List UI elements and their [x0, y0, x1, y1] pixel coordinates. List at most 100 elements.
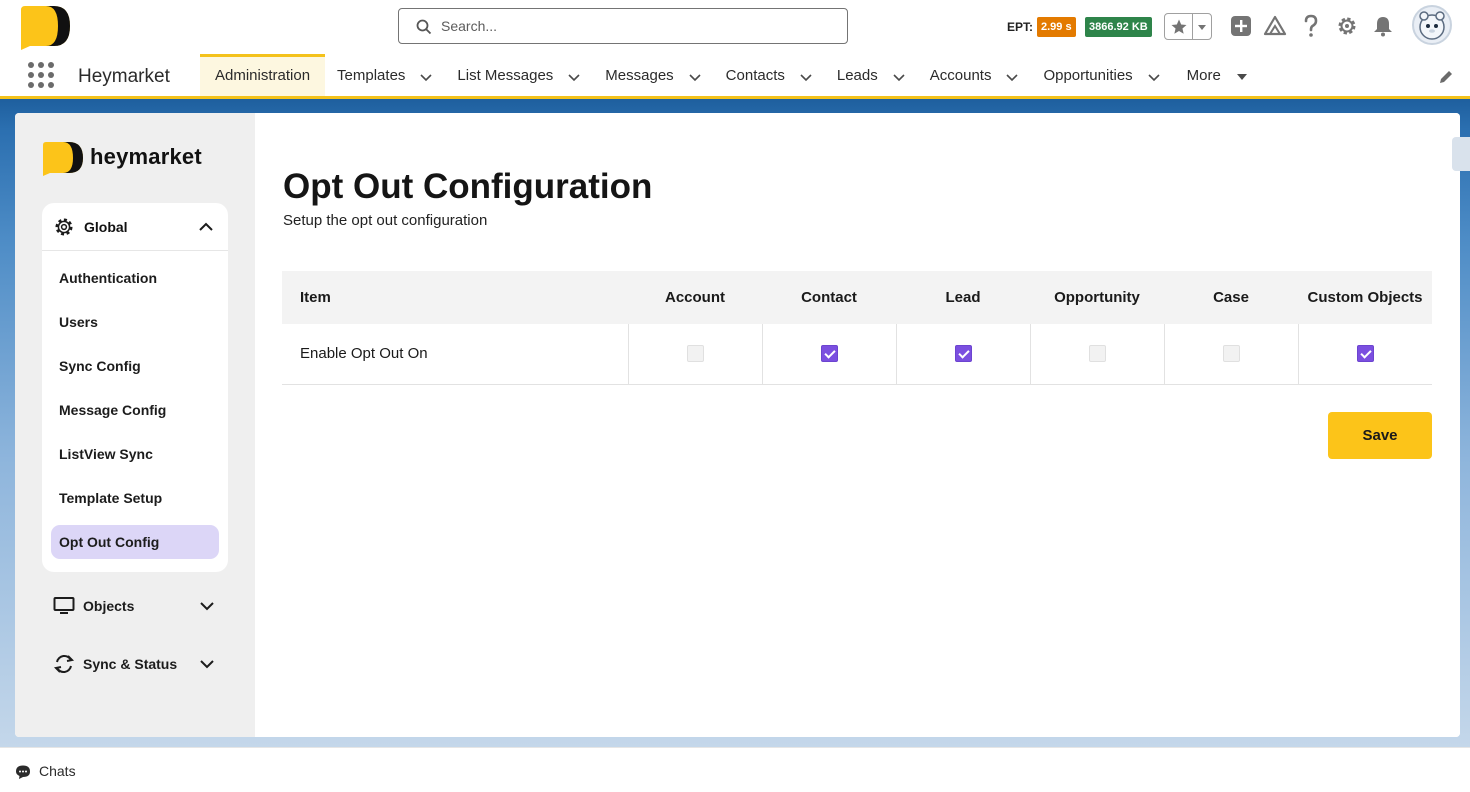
help-button[interactable]: [1299, 14, 1323, 38]
monitor-icon: [53, 597, 75, 614]
sidebar-item-sync-config[interactable]: Sync Config: [51, 349, 219, 383]
global-actions-button[interactable]: [1229, 14, 1253, 38]
column-header-custom-objects: Custom Objects: [1298, 271, 1432, 324]
table-cell: [761, 324, 896, 385]
nav-tab-label: Administration: [215, 66, 311, 84]
app-navigation-bar: Heymarket Administration Templates List Me…: [0, 54, 1470, 99]
page-title: Opt Out Configuration: [283, 167, 653, 206]
add-icon: [1231, 16, 1251, 36]
chevron-down-icon[interactable]: [1235, 70, 1249, 84]
nav-tab-more[interactable]: More: [1173, 54, 1263, 96]
chevron-down-icon[interactable]: [799, 70, 813, 84]
star-icon: [1171, 19, 1186, 34]
nav-tab-accounts[interactable]: Accounts: [918, 54, 1032, 96]
nav-tab-label: Contacts: [725, 66, 785, 84]
nav-tab-messages[interactable]: Messages: [593, 54, 713, 96]
sidebar-item-template-setup[interactable]: Template Setup: [51, 481, 219, 515]
chevron-down-icon[interactable]: [892, 70, 906, 84]
nav-tab-label: Accounts: [929, 66, 992, 84]
opt-out-checkbox-lead[interactable]: [954, 345, 972, 363]
sidebar-item-listview-sync[interactable]: ListView Sync: [51, 437, 219, 471]
sidebar-item-users[interactable]: Users: [51, 305, 219, 339]
heymarket-app-logo[interactable]: [18, 4, 72, 50]
nav-tab-leads[interactable]: Leads: [825, 54, 918, 96]
chevron-down-icon[interactable]: [567, 70, 581, 84]
nav-tab-label: Templates: [337, 66, 406, 84]
opt-out-config-table: Item Account Contact Lead Opportunity Case Cus…: [282, 271, 1432, 385]
sync-status-section-label: Sync & Status: [83, 656, 178, 672]
sync-icon: [53, 654, 75, 674]
page-subtitle: Setup the opt out configuration: [283, 212, 488, 229]
admin-sidebar: heymarket Global Authentication Users Sync…: [15, 113, 255, 737]
setup-gear-icon: [1338, 17, 1356, 35]
objects-section-header[interactable]: Objects: [53, 594, 223, 618]
nav-tab-administration[interactable]: Administration: [200, 54, 326, 96]
chevron-down-icon: [200, 602, 214, 611]
save-button[interactable]: Save: [1328, 412, 1432, 459]
chevron-up-icon[interactable]: [197, 218, 215, 236]
sidebar-item-authentication[interactable]: Authentication: [51, 261, 219, 295]
favorite-star-button[interactable]: [1165, 14, 1193, 39]
astro-avatar-icon: [1419, 11, 1445, 40]
chevron-down-icon[interactable]: [419, 70, 433, 84]
setup-button[interactable]: [1335, 14, 1359, 38]
notifications-button[interactable]: [1371, 14, 1395, 38]
row-item-label: Enable Opt Out On: [282, 324, 628, 385]
column-header-lead: Lead: [896, 271, 1030, 324]
sidebar-item-message-config[interactable]: Message Config: [51, 393, 219, 427]
search-input[interactable]: [441, 15, 831, 37]
nav-tab-list-messages[interactable]: List Messages: [445, 54, 593, 96]
edit-nav-pencil-icon[interactable]: [1437, 68, 1455, 86]
table-header-row: Item Account Contact Lead Opportunity Case Cus…: [282, 271, 1432, 324]
trailhead-button[interactable]: [1263, 14, 1287, 38]
page-size-badge: 3866.92 KB: [1085, 17, 1152, 37]
opt-out-checkbox-custom-objects[interactable]: [1356, 345, 1374, 363]
opt-out-checkbox-contact[interactable]: [820, 345, 838, 363]
chevron-down-icon: [200, 660, 214, 669]
nav-tab-contacts[interactable]: Contacts: [714, 54, 825, 96]
opt-out-checkbox-opportunity[interactable]: [1088, 345, 1106, 363]
table-cell: [627, 324, 762, 385]
global-section-header[interactable]: Global: [42, 203, 228, 251]
opt-out-checkbox-case[interactable]: [1222, 345, 1240, 363]
chevron-down-icon[interactable]: [688, 70, 702, 84]
app-launcher-icon[interactable]: [28, 62, 54, 88]
nav-tab-label: More: [1186, 66, 1221, 84]
nav-tab-label: Leads: [836, 66, 878, 84]
heymarket-admin-card: heymarket Global Authentication Users Sync…: [15, 113, 1460, 737]
chevron-down-icon: [1198, 24, 1206, 30]
favorites-group: [1164, 13, 1212, 40]
nav-tab-templates[interactable]: Templates: [325, 54, 445, 96]
ept-badge: 2.99 s: [1037, 17, 1076, 37]
table-cell: [1163, 324, 1298, 385]
column-header-opportunity: Opportunity: [1030, 271, 1164, 324]
global-search[interactable]: [398, 8, 848, 44]
table-cell: [1029, 324, 1164, 385]
chevron-down-icon[interactable]: [1005, 70, 1019, 84]
nav-tab-opportunities[interactable]: Opportunities: [1031, 54, 1172, 96]
column-header-account: Account: [628, 271, 762, 324]
side-panel-toggle[interactable]: [1452, 137, 1470, 171]
column-header-case: Case: [1164, 271, 1298, 324]
global-header: EPT: 2.99 s 3866.92 KB: [0, 0, 1470, 54]
chevron-down-icon[interactable]: [1147, 70, 1161, 84]
objects-section-label: Objects: [83, 598, 135, 614]
gear-icon: [55, 218, 73, 236]
main-content: Opt Out Configuration Setup the opt out …: [255, 113, 1460, 737]
avatar[interactable]: [1412, 5, 1452, 45]
sidebar-item-opt-out-config[interactable]: Opt Out Config: [51, 525, 219, 559]
global-section-label: Global: [84, 219, 128, 235]
nav-tab-label: List Messages: [457, 66, 554, 84]
heymarket-logo: [43, 142, 83, 176]
table-cell: [1297, 324, 1432, 385]
chats-label[interactable]: Chats: [39, 763, 76, 779]
utility-bar: Chats: [0, 747, 1470, 792]
favorites-menu-button[interactable]: [1193, 14, 1211, 39]
sync-status-section-header[interactable]: Sync & Status: [53, 652, 223, 676]
app-name: Heymarket: [78, 66, 170, 87]
opt-out-checkbox-account[interactable]: [686, 345, 704, 363]
ept-label: EPT:: [1007, 20, 1034, 34]
nav-tab-label: Opportunities: [1043, 66, 1133, 84]
chat-icon[interactable]: [15, 764, 31, 780]
nav-tab-label: Messages: [605, 66, 674, 84]
